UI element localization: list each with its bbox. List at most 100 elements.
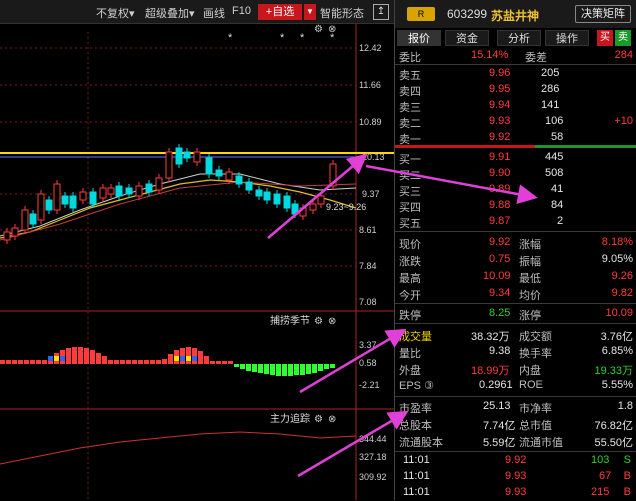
indicator-bar bbox=[270, 364, 275, 375]
bid-row[interactable]: 买一 9.91 445 bbox=[395, 149, 636, 166]
indicator-bar bbox=[144, 360, 149, 364]
y-tick: -2.21 bbox=[359, 380, 380, 390]
indicator-bar bbox=[210, 361, 215, 364]
indicator-bar bbox=[120, 360, 125, 364]
main-force-line bbox=[0, 431, 357, 465]
indicator-bar bbox=[102, 356, 107, 364]
buy-button[interactable]: 买 bbox=[597, 30, 613, 46]
indicator-bar bbox=[150, 360, 155, 364]
y-tick: 8.61 bbox=[359, 225, 377, 235]
ask-row[interactable]: 卖一 9.92 58 bbox=[395, 129, 636, 146]
candle bbox=[225, 171, 233, 181]
indicator-bar bbox=[108, 360, 113, 364]
quote-tabs: 报价 资金 分析 操作 买 卖 bbox=[395, 30, 636, 46]
stat-row: 市盈率 25.13 市净率 1.8 bbox=[399, 400, 633, 415]
add-watchlist-button[interactable]: +自选 bbox=[258, 4, 302, 20]
indicator-bar bbox=[156, 360, 161, 364]
indicator-bar bbox=[126, 360, 131, 364]
indicator-bar bbox=[204, 356, 209, 364]
marker-star: * bbox=[300, 32, 305, 44]
indicator-bar bbox=[90, 350, 95, 364]
candle bbox=[317, 195, 325, 205]
indicator-bar bbox=[168, 354, 173, 364]
candle bbox=[29, 213, 37, 225]
indicator-bar bbox=[234, 364, 239, 367]
candle bbox=[79, 191, 87, 201]
marker-star: * bbox=[280, 32, 285, 44]
stock-badge: R bbox=[407, 7, 435, 21]
watchlist-dropdown-icon[interactable]: ▼ bbox=[304, 4, 316, 20]
ask-row[interactable]: 卖四 9.95 286 bbox=[395, 81, 636, 98]
ask-row[interactable]: 卖五 9.96 205 bbox=[395, 65, 636, 82]
range-label: 9.23~9.26 bbox=[326, 202, 366, 212]
close-icon: ⊗ bbox=[328, 24, 336, 35]
stat-row: 成交量 38.32万 成交额 3.76亿 bbox=[399, 331, 633, 343]
indicator-bar bbox=[6, 360, 11, 364]
y-tick: 9.37 bbox=[362, 189, 380, 199]
indicator-bar bbox=[186, 347, 191, 364]
draw-line-button[interactable]: 画线 bbox=[203, 5, 225, 21]
candle bbox=[99, 187, 107, 199]
adjust-dropdown[interactable]: 不复权▾ bbox=[96, 5, 135, 21]
stat-row: 现价 9.92 涨幅 8.18% bbox=[399, 236, 633, 251]
indicator-bar bbox=[60, 356, 65, 361]
smart-pattern-button[interactable]: 智能形态 bbox=[320, 5, 364, 21]
indicator-bar bbox=[186, 356, 191, 361]
indicator-bar bbox=[66, 348, 71, 364]
bid-row[interactable]: 买二 9.90 508 bbox=[395, 165, 636, 182]
candle bbox=[61, 195, 69, 205]
candle bbox=[299, 207, 307, 217]
candle bbox=[329, 163, 337, 187]
weibi-row: 委比 15.14% 委差 284 bbox=[399, 49, 633, 64]
indicator-bar bbox=[258, 364, 263, 373]
marker-star: * bbox=[228, 32, 233, 44]
ask-row[interactable]: 卖三 9.94 141 bbox=[395, 97, 636, 114]
stat-row: 流通股本 5.59亿 流通市值 55.50亿 bbox=[399, 437, 633, 449]
candle bbox=[245, 181, 253, 191]
indicator-bar bbox=[222, 361, 227, 364]
candle bbox=[273, 193, 281, 205]
stat-row: 量比 9.38 换手率 6.85% bbox=[399, 345, 633, 360]
tab-analysis[interactable]: 分析 bbox=[497, 30, 541, 46]
y-tick: 11.66 bbox=[359, 80, 381, 90]
trade-row: 11:01 9.93 67 B bbox=[403, 470, 631, 482]
tab-quote[interactable]: 报价 bbox=[397, 30, 441, 46]
indicator-bar bbox=[192, 356, 197, 361]
gear-icon: ⚙ bbox=[314, 316, 323, 327]
tab-funds[interactable]: 资金 bbox=[445, 30, 489, 46]
bid-row[interactable]: 买三 9.89 41 bbox=[395, 181, 636, 198]
decision-matrix-button[interactable]: 决策矩阵 bbox=[575, 5, 631, 23]
trade-row: 11:01 9.93 215 B bbox=[403, 486, 631, 498]
candle bbox=[255, 189, 263, 197]
indicator-bar bbox=[96, 353, 101, 364]
y-tick: 0.58 bbox=[359, 358, 377, 368]
overlay-dropdown[interactable]: 超级叠加▾ bbox=[145, 5, 195, 21]
candle bbox=[45, 199, 53, 211]
indicator-bar bbox=[276, 364, 281, 376]
candle bbox=[263, 191, 271, 201]
bid-row[interactable]: 买四 9.88 84 bbox=[395, 197, 636, 214]
stat-row: 最高 10.09 最低 9.26 bbox=[399, 270, 633, 285]
quote-panel: R 603299 苏盐井神 决策矩阵 报价 资金 分析 操作 买 卖 委比 15… bbox=[394, 0, 636, 500]
indicator-bar bbox=[84, 348, 89, 364]
f10-button[interactable]: F10 bbox=[232, 5, 251, 17]
indicator-bar bbox=[180, 356, 185, 361]
ask-row[interactable]: 卖二 9.93 106 +10 bbox=[395, 113, 636, 130]
bid-row[interactable]: 买五 9.87 2 bbox=[395, 213, 636, 230]
indicator-bar bbox=[114, 360, 119, 364]
kline-chart-area[interactable]: * * * * ⚙ ⊗ 9.23~9.26 12.42 11.66 10.89 … bbox=[0, 24, 394, 500]
stock-header: R 603299 苏盐井神 决策矩阵 bbox=[395, 0, 636, 28]
chart-toolbar: 不复权▾ 超级叠加▾ 画线 F10 +自选 ▼ 智能形态 ↥ bbox=[0, 0, 394, 24]
candle bbox=[115, 185, 123, 197]
candle bbox=[135, 185, 143, 197]
indicator-bar bbox=[138, 360, 143, 364]
close-icon: ⊗ bbox=[328, 316, 336, 327]
expand-icon[interactable]: ↥ bbox=[373, 4, 389, 20]
candle bbox=[21, 209, 29, 231]
indicator-bar bbox=[306, 364, 311, 374]
candle bbox=[193, 151, 201, 163]
candle bbox=[11, 227, 19, 237]
sell-button[interactable]: 卖 bbox=[615, 30, 631, 46]
candle bbox=[155, 177, 163, 191]
tab-operate[interactable]: 操作 bbox=[545, 30, 589, 46]
